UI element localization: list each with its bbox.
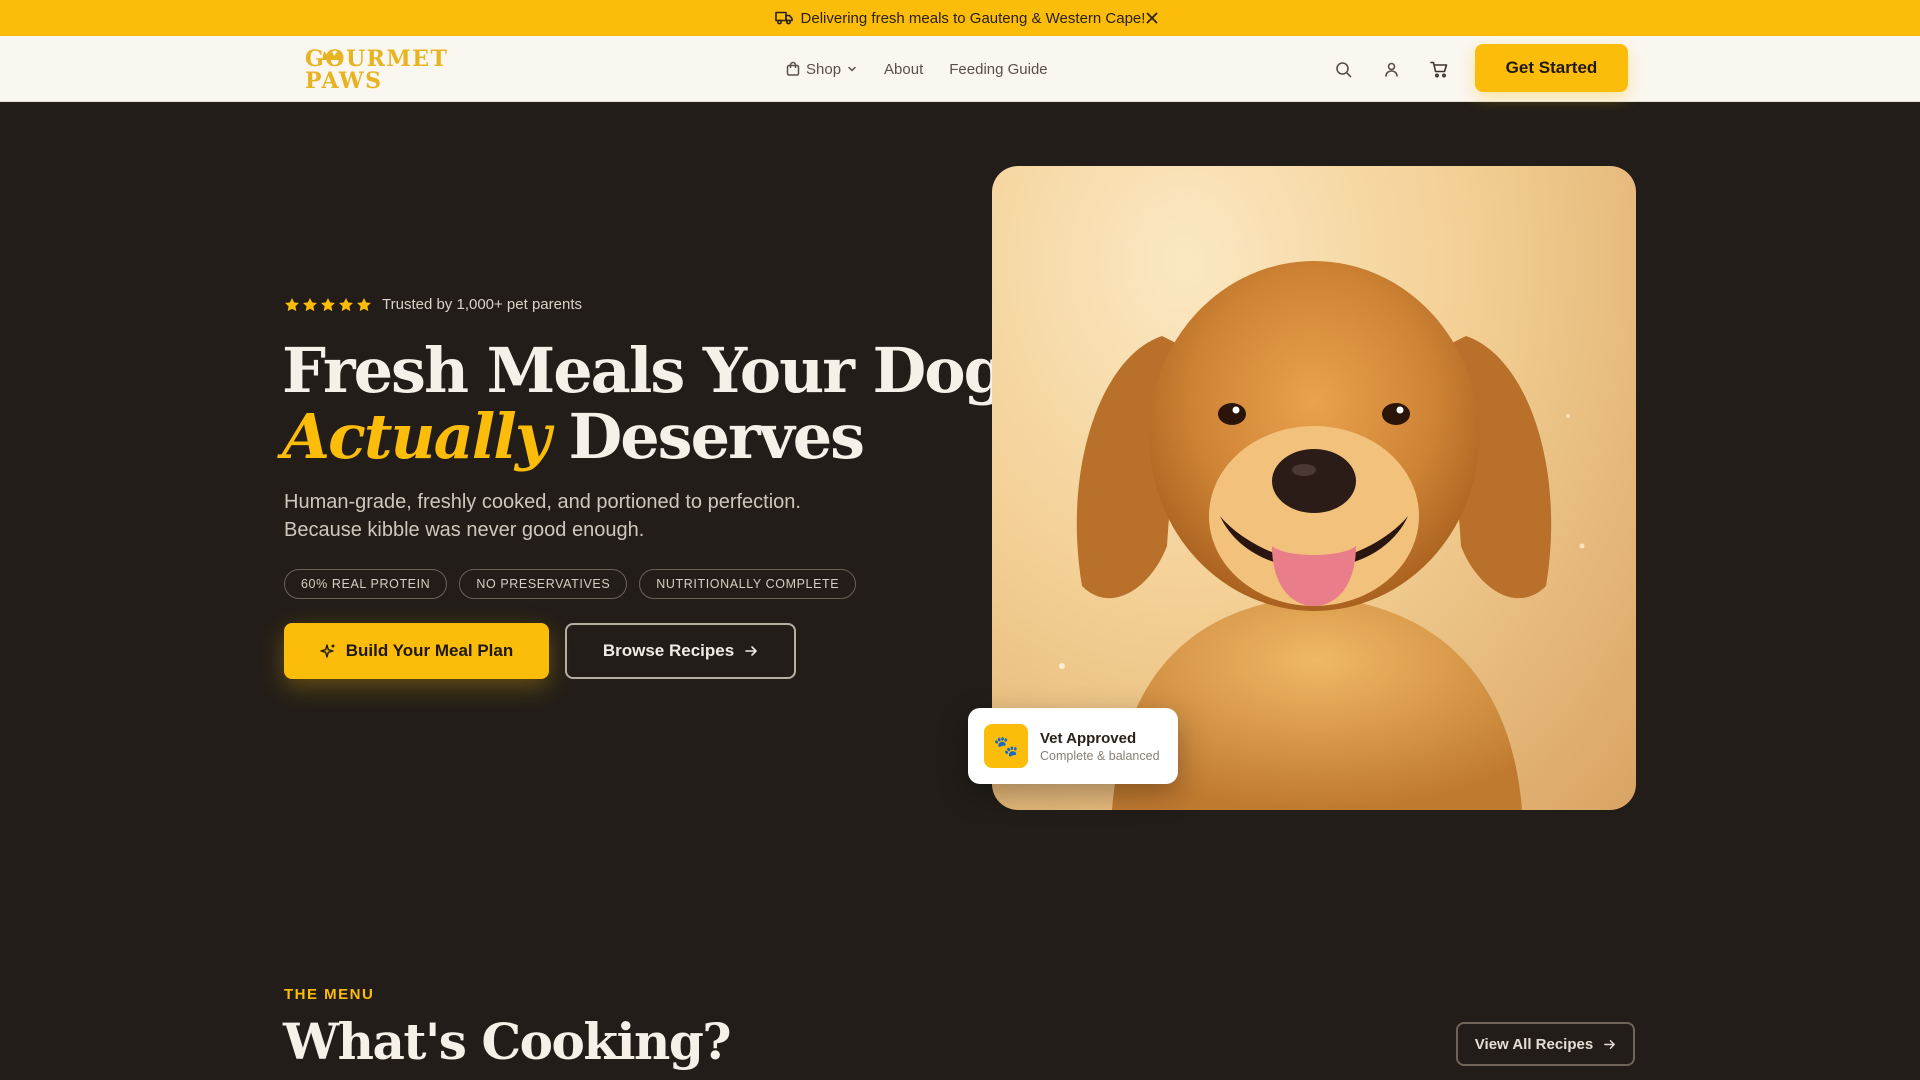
user-icon[interactable] bbox=[1381, 59, 1401, 79]
feature-pills: 60% REAL PROTEIN NO PRESERVATIVES NUTRIT… bbox=[284, 569, 857, 599]
truck-icon bbox=[774, 11, 793, 25]
close-icon[interactable] bbox=[1142, 8, 1162, 28]
star-icon bbox=[321, 297, 335, 311]
hero-title-accent: Actually bbox=[282, 400, 551, 473]
main-nav: Shop About Feeding Guide bbox=[785, 36, 1048, 102]
arrow-right-icon bbox=[745, 646, 757, 656]
logo[interactable]: GOURMET PAWS bbox=[305, 46, 495, 92]
crown-icon bbox=[322, 49, 340, 60]
star-icon bbox=[339, 297, 353, 311]
feature-pill: 60% REAL PROTEIN bbox=[284, 569, 448, 599]
cart-icon[interactable] bbox=[1429, 59, 1449, 79]
sparkles-icon bbox=[320, 644, 335, 658]
announcement-bar: Delivering fresh meals to Gauteng & West… bbox=[0, 0, 1920, 36]
hero-title-line1: Fresh Meals Your Dog bbox=[282, 334, 1007, 407]
nav-item-about[interactable]: About bbox=[884, 61, 923, 78]
get-started-button[interactable]: Get Started bbox=[1475, 44, 1628, 92]
rating: Trusted by 1,000+ pet parents bbox=[284, 296, 582, 313]
search-icon[interactable] bbox=[1333, 59, 1353, 79]
view-all-recipes-label: View All Recipes bbox=[1474, 1035, 1594, 1053]
build-meal-plan-label: Build Your Meal Plan bbox=[345, 641, 514, 660]
section-title: What's Cooking? bbox=[283, 1012, 732, 1071]
vet-card-subtitle: Complete & balanced bbox=[1040, 748, 1160, 763]
build-meal-plan-button[interactable]: Build Your Meal Plan bbox=[284, 623, 549, 679]
view-all-recipes-button[interactable]: View All Recipes bbox=[1456, 1022, 1635, 1066]
nav-item-label: About bbox=[884, 60, 924, 78]
hero-title: Fresh Meals Your Dog Actually Deserves bbox=[282, 338, 1007, 473]
paw-icon: 🐾 bbox=[984, 724, 1028, 768]
star-icon bbox=[285, 297, 299, 311]
vet-card-title: Vet Approved bbox=[1040, 729, 1137, 747]
browse-recipes-label: Browse Recipes bbox=[602, 641, 735, 660]
vet-approved-card: 🐾 Vet Approved Complete & balanced bbox=[968, 708, 1178, 784]
hero-title-line2: Deserves bbox=[548, 400, 865, 473]
shopping-bag-icon bbox=[786, 61, 800, 76]
star-icon bbox=[357, 297, 371, 311]
section-eyebrow: THE MENU bbox=[284, 986, 375, 1003]
feature-pill: NUTRITIONALLY COMPLETE bbox=[639, 569, 857, 599]
rating-text: Trusted by 1,000+ pet parents bbox=[382, 296, 582, 313]
nav-item-feeding-guide[interactable]: Feeding Guide bbox=[949, 61, 1047, 78]
hero-subtitle: Human-grade, freshly cooked, and portion… bbox=[284, 491, 801, 541]
star-rating bbox=[284, 297, 372, 313]
site-header: GOURMET PAWS Shop About Feeding Guide Ge… bbox=[0, 36, 1920, 102]
feature-pill: NO PRESERVATIVES bbox=[459, 569, 628, 599]
chevron-down-icon bbox=[848, 66, 856, 72]
star-icon bbox=[303, 297, 317, 311]
nav-item-label: Feeding Guide bbox=[949, 60, 1048, 78]
nav-item-label: Shop bbox=[806, 60, 842, 78]
nav-item-shop[interactable]: Shop bbox=[785, 61, 858, 78]
arrow-right-icon bbox=[1604, 1039, 1616, 1049]
browse-recipes-button[interactable]: Browse Recipes bbox=[565, 623, 796, 679]
announcement-text: Delivering fresh meals to Gauteng & West… bbox=[800, 9, 1146, 27]
